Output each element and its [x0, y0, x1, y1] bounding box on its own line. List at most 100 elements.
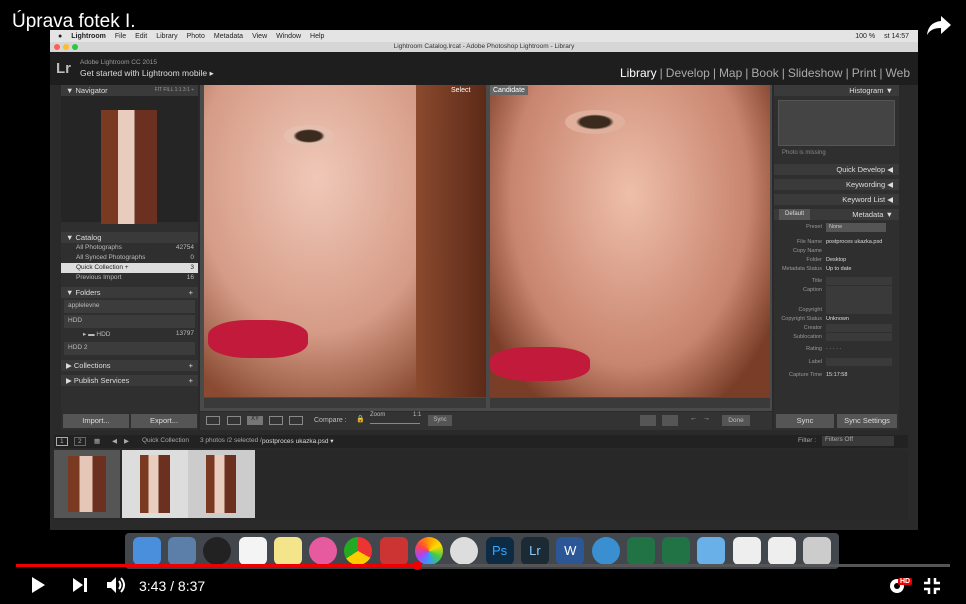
- people-view-icon[interactable]: [289, 416, 303, 425]
- photo-booth-icon[interactable]: [379, 537, 408, 565]
- keyword-list-header[interactable]: Keyword List ◀: [774, 194, 899, 205]
- metadata-value[interactable]: None: [826, 223, 886, 232]
- notes-icon[interactable]: [273, 537, 302, 565]
- catalog-item-selected[interactable]: Quick Collection + 3: [61, 263, 198, 273]
- module-develop[interactable]: Develop: [666, 66, 710, 80]
- close-window-icon[interactable]: [54, 44, 60, 50]
- menu-help[interactable]: Help: [310, 33, 324, 40]
- menu-metadata[interactable]: Metadata: [214, 33, 243, 40]
- metadata-value[interactable]: postproces ukazka.psd: [826, 238, 886, 247]
- film-cell-selected[interactable]: [188, 450, 255, 518]
- apple-icon[interactable]: ●: [58, 33, 62, 40]
- grid-small-icon[interactable]: ▦: [94, 437, 100, 445]
- share-icon[interactable]: [926, 14, 952, 36]
- folder-icon[interactable]: [697, 537, 726, 565]
- page-2-button[interactable]: 2: [74, 437, 86, 446]
- zoom-slider[interactable]: [370, 423, 420, 424]
- swap-icon[interactable]: [640, 415, 656, 426]
- sync-button[interactable]: Sync: [776, 414, 834, 428]
- histogram-header[interactable]: Histogram ▼: [774, 85, 899, 96]
- filter-select[interactable]: Filters Off: [822, 436, 894, 446]
- play-icon[interactable]: [30, 576, 46, 594]
- module-web[interactable]: Web: [886, 66, 910, 80]
- chrome-icon[interactable]: [344, 537, 373, 565]
- metadata-value[interactable]: Desktop: [826, 256, 886, 265]
- trash-icon[interactable]: [803, 537, 832, 565]
- metadata-value[interactable]: [826, 324, 892, 332]
- candidate-photo[interactable]: [490, 85, 770, 397]
- keywording-header[interactable]: Keywording ◀: [774, 179, 899, 190]
- metadata-header[interactable]: Default Metadata ▼: [774, 209, 899, 220]
- aperture-icon[interactable]: [450, 537, 479, 565]
- minimize-window-icon[interactable]: [63, 44, 69, 50]
- filmstrip-source[interactable]: Quick Collection: [142, 437, 189, 444]
- catalog-header[interactable]: ▼ Catalog: [61, 232, 198, 243]
- sync-settings-button[interactable]: Sync Settings: [837, 414, 897, 428]
- loupe-view-icon[interactable]: [227, 416, 241, 425]
- document-icon[interactable]: [767, 537, 796, 565]
- menu-edit[interactable]: Edit: [135, 33, 147, 40]
- volume-icon[interactable]: [106, 576, 128, 594]
- quick-develop-header[interactable]: Quick Develop ◀: [774, 164, 899, 175]
- navigator-preview[interactable]: [61, 96, 198, 224]
- zoom-window-icon[interactable]: [72, 44, 78, 50]
- menu-library[interactable]: Library: [156, 33, 177, 40]
- make-select-icon[interactable]: [662, 415, 678, 426]
- export-button[interactable]: Export...: [131, 414, 197, 428]
- metadata-value[interactable]: Unknown: [826, 315, 886, 324]
- film-cell[interactable]: [54, 450, 120, 518]
- rating-stars[interactable]: · · · · ·: [826, 345, 886, 354]
- navigator-zoom-modes[interactable]: FIT FILL 1:1 3:1 ÷: [155, 85, 194, 96]
- document-icon[interactable]: [732, 537, 761, 565]
- excel-icon[interactable]: [626, 537, 655, 565]
- metadata-value[interactable]: [826, 358, 892, 366]
- excel-document-icon[interactable]: [662, 537, 691, 565]
- menu-view[interactable]: View: [252, 33, 267, 40]
- compare-view-icon[interactable]: XY: [247, 416, 263, 425]
- filmstrip-file[interactable]: postproces ukazka.psd ▾: [262, 437, 334, 445]
- quicktime-icon[interactable]: [591, 537, 620, 565]
- done-button[interactable]: Done: [722, 415, 750, 426]
- lr-mobile-link[interactable]: Get started with Lightroom mobile ▸: [80, 68, 214, 79]
- collections-header[interactable]: ▶ Collections +: [61, 360, 198, 371]
- film-cell-selected[interactable]: [122, 450, 188, 518]
- module-book[interactable]: Book: [751, 66, 778, 80]
- lightroom-icon[interactable]: Lr: [520, 537, 549, 565]
- module-library[interactable]: Library: [620, 66, 657, 80]
- catalog-item[interactable]: All Photographs 42754: [61, 243, 198, 253]
- metadata-value[interactable]: [826, 277, 892, 285]
- progress-scrubber[interactable]: [413, 561, 422, 570]
- back-arrow-icon[interactable]: ◀: [112, 437, 117, 445]
- calendar-icon[interactable]: [238, 537, 267, 565]
- page-1-button[interactable]: 1: [56, 437, 68, 446]
- select-flagbar[interactable]: [204, 398, 486, 408]
- menu-window[interactable]: Window: [276, 33, 301, 40]
- module-map[interactable]: Map: [719, 66, 742, 80]
- catalog-item[interactable]: Previous Import 16: [61, 273, 198, 283]
- metadata-value[interactable]: [826, 333, 892, 341]
- dashboard-icon[interactable]: [203, 537, 232, 565]
- menu-lightroom[interactable]: Lightroom: [71, 33, 106, 40]
- folders-header[interactable]: ▼ Folders +: [61, 287, 198, 298]
- publish-services-header[interactable]: ▶ Publish Services +: [61, 375, 198, 386]
- survey-view-icon[interactable]: [269, 416, 283, 425]
- metadata-value[interactable]: [826, 286, 892, 306]
- menu-photo[interactable]: Photo: [187, 33, 205, 40]
- next-arrow-icon[interactable]: →: [703, 415, 710, 422]
- next-icon[interactable]: [72, 577, 88, 593]
- metadata-value[interactable]: [826, 306, 892, 314]
- sync-compare-button[interactable]: Sync: [428, 415, 452, 426]
- module-print[interactable]: Print: [852, 66, 877, 80]
- photoshop-icon[interactable]: Ps: [485, 537, 514, 565]
- candidate-flagbar[interactable]: [490, 398, 770, 408]
- forward-arrow-icon[interactable]: ▶: [124, 437, 129, 445]
- word-icon[interactable]: W: [556, 537, 585, 565]
- folder-volume[interactable]: HDD: [64, 315, 195, 328]
- preview-icon[interactable]: [167, 537, 196, 565]
- grid-view-icon[interactable]: [206, 416, 220, 425]
- folder-item[interactable]: ▸ ▬ HDD 13797: [61, 330, 198, 340]
- folder-volume[interactable]: applelevne: [64, 300, 195, 313]
- lock-icon[interactable]: 🔒: [356, 415, 365, 423]
- menu-file[interactable]: File: [115, 33, 126, 40]
- metadata-value[interactable]: [826, 247, 886, 256]
